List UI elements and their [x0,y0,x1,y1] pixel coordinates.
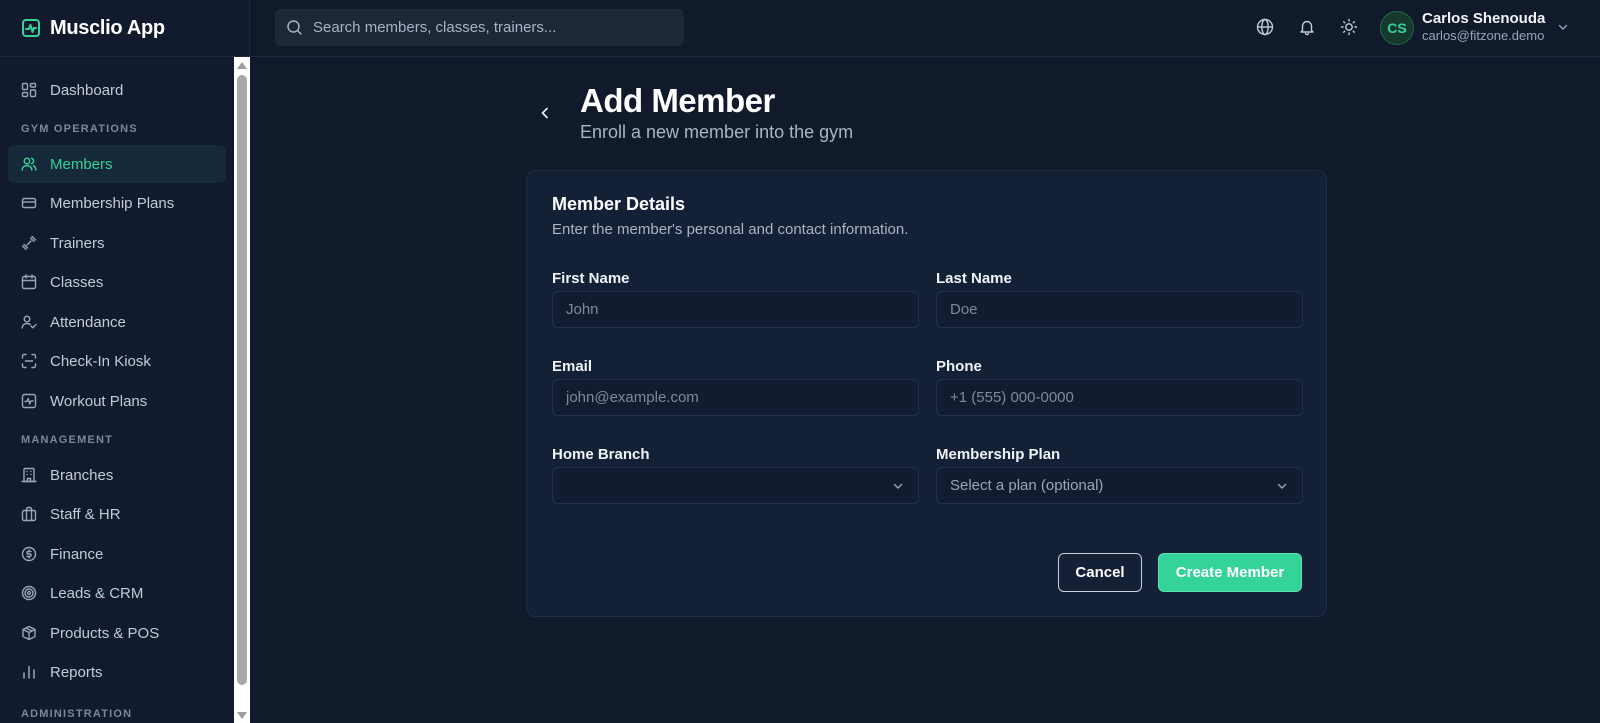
sidebar-item-label: Leads & CRM [50,584,144,602]
globe-icon[interactable] [1256,18,1274,36]
home-branch-label: Home Branch [552,446,650,463]
sidebar-item-check-in-kiosk[interactable]: Check-In Kiosk [8,342,226,380]
sidebar-item-branches[interactable]: Branches [8,456,226,494]
sidebar-item-membership-plans[interactable]: Membership Plans [8,184,226,222]
top-header: CS Carlos Shenouda carlos@fitzone.demo [250,0,1600,57]
activity-logo-icon [21,18,41,38]
sidebar-item-label: Dashboard [50,81,124,99]
sidebar: Musclio App Dashboard GYM OPERATIONS Mem… [0,0,250,723]
sidebar-item-label: Membership Plans [50,194,175,212]
section-administration: ADMINISTRATION [21,708,133,720]
sidebar-item-label: Workout Plans [50,392,148,410]
search-bar[interactable] [275,9,684,46]
sun-icon[interactable] [1340,18,1358,36]
last-name-field-wrapper[interactable] [936,291,1303,328]
back-chevron-icon[interactable] [536,104,554,122]
building-icon [21,467,37,483]
sidebar-item-leads-crm[interactable]: Leads & CRM [8,574,226,612]
users-icon [21,156,37,172]
membership-plan-label: Membership Plan [936,446,1061,463]
section-gym-operations: GYM OPERATIONS [21,123,138,135]
scroll-up-arrow-icon[interactable] [237,62,247,69]
first-name-input[interactable] [566,301,896,318]
email-input[interactable] [566,389,896,406]
sidebar-item-label: Trainers [50,234,105,252]
sidebar-item-reports[interactable]: Reports [8,653,226,691]
dashboard-icon [21,82,37,98]
search-input[interactable] [313,19,663,36]
scroll-down-arrow-icon[interactable] [237,712,247,719]
sidebar-item-finance[interactable]: Finance [8,535,226,573]
target-icon [21,585,37,601]
page-subtitle: Enroll a new member into the gym [580,122,854,142]
sidebar-item-label: Branches [50,466,114,484]
create-member-button[interactable]: Create Member [1158,553,1302,592]
bell-icon[interactable] [1298,18,1316,36]
card-title: Member Details [552,194,686,214]
search-icon [286,19,303,36]
sidebar-nav: Dashboard GYM OPERATIONS Members Members… [0,57,234,723]
briefcase-icon [21,506,37,522]
cancel-button[interactable]: Cancel [1058,553,1142,592]
user-check-icon [21,314,37,330]
phone-field-wrapper[interactable] [936,379,1303,416]
sidebar-item-products-pos[interactable]: Products & POS [8,614,226,652]
dumbbell-icon [21,235,37,251]
sidebar-item-dashboard[interactable]: Dashboard [8,71,226,109]
user-name[interactable]: Carlos Shenouda [1422,10,1545,27]
scan-icon [21,353,37,369]
chevron-down-icon [1275,479,1289,493]
calendar-icon [21,274,37,290]
package-icon [21,625,37,641]
last-name-input[interactable] [950,301,1280,318]
dollar-circle-icon [21,546,37,562]
member-details-card: Member Details Enter the member's person… [526,170,1327,617]
bar-chart-icon [21,664,37,680]
chevron-down-icon [891,479,905,493]
sidebar-item-label: Reports [50,663,103,681]
sidebar-item-label: Check-In Kiosk [50,352,151,370]
sidebar-item-workout-plans[interactable]: Workout Plans [8,382,226,420]
app-name: Musclio App [50,16,165,39]
sidebar-item-label: Attendance [50,313,126,331]
credit-card-icon [21,195,37,211]
user-email: carlos@fitzone.demo [1422,28,1545,43]
chevron-down-icon[interactable] [1556,20,1570,34]
sidebar-item-classes[interactable]: Classes [8,263,226,301]
sidebar-item-label: Staff & HR [50,505,121,523]
section-management: MANAGEMENT [21,434,114,446]
first-name-label: First Name [552,270,630,287]
phone-input[interactable] [950,389,1280,406]
scrollbar-thumb[interactable] [237,75,247,685]
membership-plan-select[interactable]: Select a plan (optional) [936,467,1303,504]
sidebar-item-members[interactable]: Members [8,145,226,183]
sidebar-item-trainers[interactable]: Trainers [8,224,226,262]
sidebar-scrollbar[interactable] [234,57,250,723]
sidebar-item-label: Classes [50,273,104,291]
brand[interactable]: Musclio App [0,0,249,57]
sidebar-item-label: Products & POS [50,624,160,642]
sidebar-item-staff-hr[interactable]: Staff & HR [8,495,226,533]
page-title: Add Member [580,82,775,119]
first-name-field-wrapper[interactable] [552,291,919,328]
card-description: Enter the member's personal and contact … [552,221,909,238]
sidebar-item-attendance[interactable]: Attendance [8,303,226,341]
membership-plan-value: Select a plan (optional) [950,477,1104,494]
home-branch-select[interactable] [552,467,919,504]
email-field-wrapper[interactable] [552,379,919,416]
activity-square-icon [21,393,37,409]
phone-label: Phone [936,358,982,375]
email-label: Email [552,358,593,375]
sidebar-item-label: Finance [50,545,104,563]
last-name-label: Last Name [936,270,1012,287]
avatar[interactable]: CS [1380,11,1414,45]
sidebar-item-label: Members [50,155,113,173]
